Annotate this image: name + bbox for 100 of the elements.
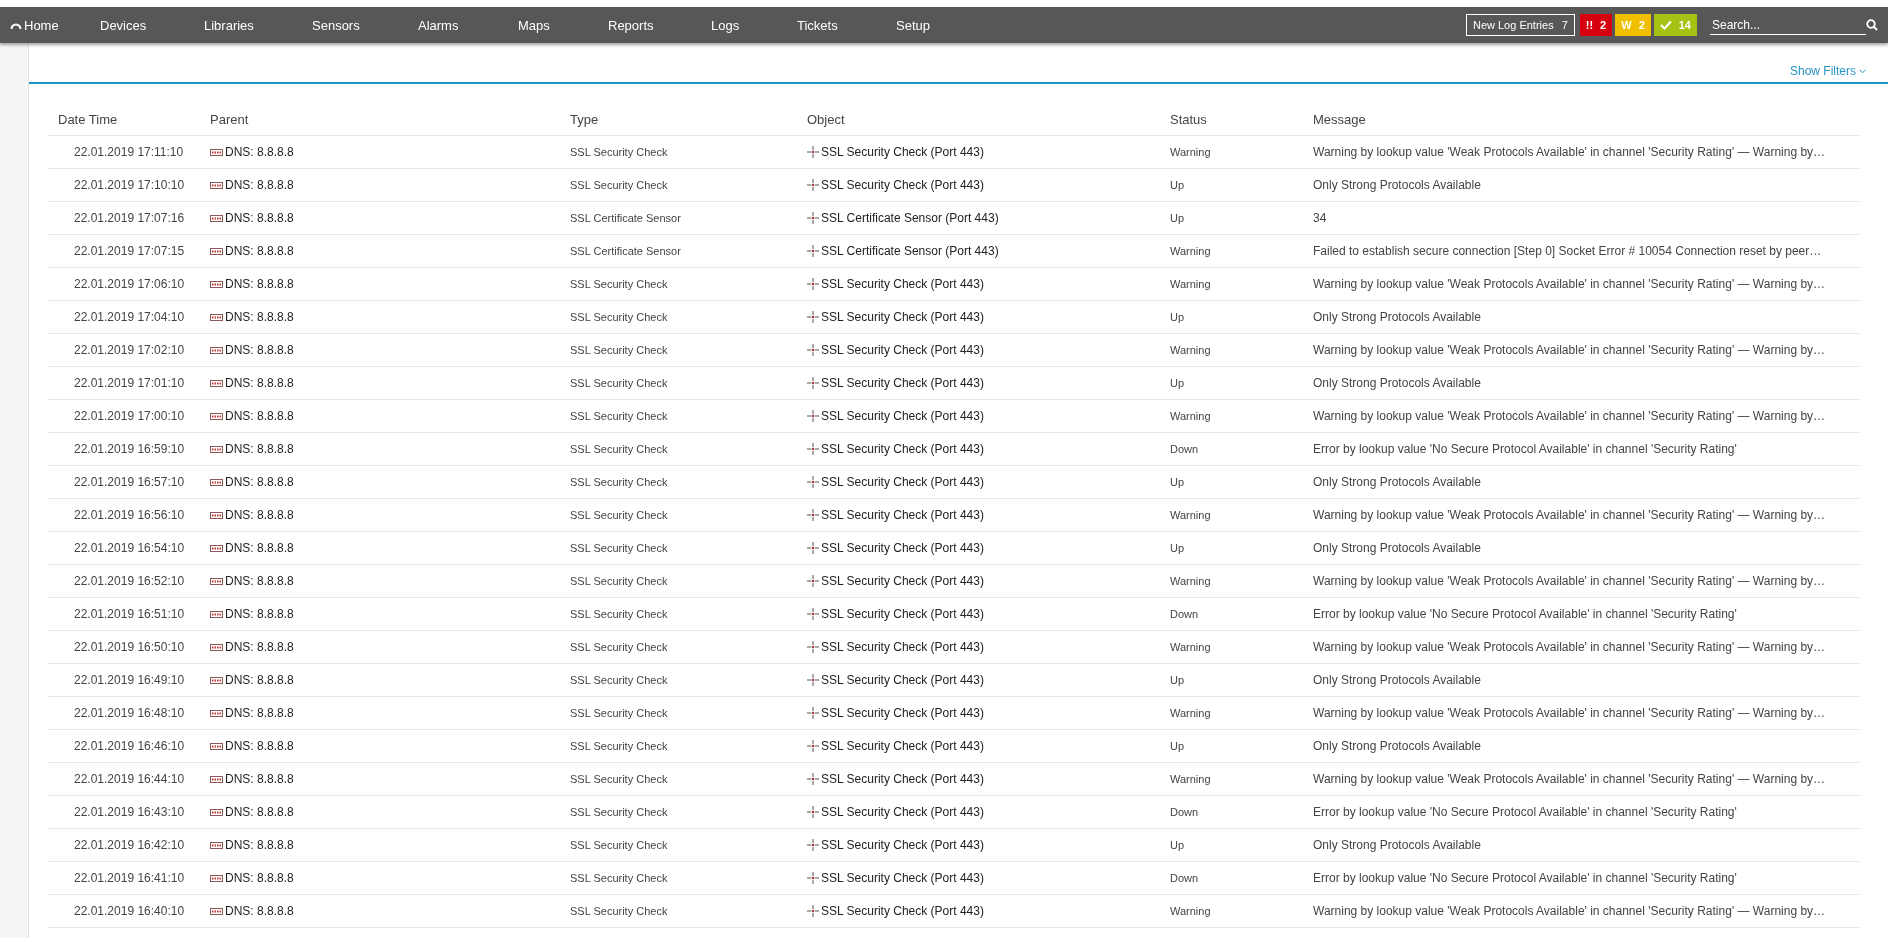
object-link[interactable]: SSL Security Check (Port 443) <box>797 343 1160 357</box>
table-cell-text: 22.01.2019 16:43:10 <box>73 805 186 819</box>
parent-link[interactable]: DNS: 8.8.8.8 <box>200 607 560 621</box>
nav-link[interactable]: Reports <box>608 17 711 33</box>
table-cell-text: 22.01.2019 17:10:10 <box>73 178 186 192</box>
object-link[interactable]: SSL Security Check (Port 443) <box>797 607 1160 621</box>
parent-link[interactable]: DNS: 8.8.8.8 <box>200 211 560 225</box>
parent-link[interactable]: DNS: 8.8.8.8 <box>200 871 560 885</box>
object-link[interactable]: SSL Security Check (Port 443) <box>797 178 1160 192</box>
object-link[interactable]: SSL Security Check (Port 443) <box>797 772 1160 786</box>
nav-link[interactable]: Setup <box>896 17 956 33</box>
object-link[interactable]: SSL Security Check (Port 443) <box>797 871 1160 885</box>
object-link[interactable]: SSL Certificate Sensor (Port 443) <box>797 211 1160 225</box>
parent-link[interactable]: DNS: 8.8.8.8 <box>200 772 560 786</box>
crosshair-icon <box>807 707 819 719</box>
nav-link[interactable]: Logs <box>711 17 797 33</box>
table-cell-text: Warning by lookup value 'Weak Protocols Available' in channel 'Security Rating' — Warning by… <box>1312 574 1827 588</box>
column-header[interactable]: Object <box>797 111 1160 127</box>
crosshair-icon <box>807 476 819 488</box>
parent-link[interactable]: DNS: 8.8.8.8 <box>200 838 560 852</box>
table-cell-text: 22.01.2019 16:50:10 <box>73 640 186 654</box>
parent-link[interactable]: DNS: 8.8.8.8 <box>200 706 560 720</box>
nav-link[interactable]: Sensors <box>312 17 418 33</box>
table-cell-text: Failed to establish secure connection [Step 0] Socket Error # 10054 Connection reset by peer… <box>1312 244 1823 258</box>
device-icon <box>210 775 223 783</box>
table-cell-text: Warning by lookup value 'Weak Protocols Available' in channel 'Security Rating' — Warning by… <box>1312 706 1827 720</box>
table-cell-text: Only Strong Protocols Available <box>1312 310 1482 324</box>
nav-link[interactable]: Alarms <box>418 17 518 33</box>
parent-link[interactable]: DNS: 8.8.8.8 <box>200 541 560 555</box>
object-link[interactable]: SSL Security Check (Port 443) <box>797 904 1160 918</box>
table-cell-text: Down <box>1169 872 1200 884</box>
object-link[interactable]: SSL Security Check (Port 443) <box>797 310 1160 324</box>
object-link[interactable]: SSL Security Check (Port 443) <box>797 409 1160 423</box>
table-cell-text: Up <box>1169 674 1186 686</box>
table-cell-text: 22.01.2019 16:46:10 <box>73 739 186 753</box>
nav-link[interactable]: Home <box>10 17 100 33</box>
table-cell-text: SSL Security Check <box>569 905 669 917</box>
column-header[interactable]: Type <box>560 111 797 127</box>
nav-link[interactable]: Devices <box>100 17 204 33</box>
parent-link[interactable]: DNS: 8.8.8.8 <box>200 904 560 918</box>
object-link[interactable]: SSL Security Check (Port 443) <box>797 706 1160 720</box>
object-link[interactable]: SSL Security Check (Port 443) <box>797 508 1160 522</box>
crosshair-icon <box>807 179 819 191</box>
crosshair-icon <box>807 608 819 620</box>
search-field[interactable]: Search... <box>1710 15 1866 35</box>
table-cell-text: 22.01.2019 17:07:16 <box>73 211 186 225</box>
device-icon <box>210 610 223 618</box>
alarm-count-badge[interactable]: !! 2 <box>1579 14 1613 36</box>
parent-link[interactable]: DNS: 8.8.8.8 <box>200 640 560 654</box>
parent-link[interactable]: DNS: 8.8.8.8 <box>200 145 560 159</box>
parent-link[interactable]: DNS: 8.8.8.8 <box>200 739 560 753</box>
object-link[interactable]: SSL Certificate Sensor (Port 443) <box>797 244 1160 258</box>
table-cell-text: Warning <box>1169 344 1212 356</box>
device-icon <box>210 148 223 156</box>
parent-link[interactable]: DNS: 8.8.8.8 <box>200 673 560 687</box>
object-link[interactable]: SSL Security Check (Port 443) <box>797 442 1160 456</box>
object-link[interactable]: SSL Security Check (Port 443) <box>797 376 1160 390</box>
device-icon <box>210 808 223 816</box>
object-link[interactable]: SSL Security Check (Port 443) <box>797 475 1160 489</box>
nav-link[interactable]: Libraries <box>204 17 312 33</box>
table-cell-text: Error by lookup value 'No Secure Protocol Available' in channel 'Security Rating' <box>1312 607 1738 621</box>
table-cell-text: Up <box>1169 542 1186 554</box>
show-filters-link[interactable]: Show Filters <box>1789 64 1866 78</box>
object-link[interactable]: SSL Security Check (Port 443) <box>797 541 1160 555</box>
parent-link[interactable]: DNS: 8.8.8.8 <box>200 442 560 456</box>
column-header[interactable]: Status <box>1160 111 1303 127</box>
object-link[interactable]: SSL Security Check (Port 443) <box>797 640 1160 654</box>
object-link[interactable]: SSL Security Check (Port 443) <box>797 838 1160 852</box>
device-icon <box>210 412 223 420</box>
parent-link[interactable]: DNS: 8.8.8.8 <box>200 508 560 522</box>
parent-link[interactable]: DNS: 8.8.8.8 <box>200 343 560 357</box>
column-header[interactable]: Parent <box>200 111 560 127</box>
parent-link[interactable]: DNS: 8.8.8.8 <box>200 244 560 258</box>
parent-link[interactable]: DNS: 8.8.8.8 <box>200 805 560 819</box>
table-cell-text: SSL Security Check <box>569 674 669 686</box>
crosshair-icon <box>807 806 819 818</box>
table-cell-text: Warning by lookup value 'Weak Protocols Available' in channel 'Security Rating' — Warning by… <box>1312 145 1827 159</box>
parent-link[interactable]: DNS: 8.8.8.8 <box>200 178 560 192</box>
parent-link[interactable]: DNS: 8.8.8.8 <box>200 310 560 324</box>
table-cell-text: SSL Security Check <box>569 443 669 455</box>
nav-link[interactable]: Maps <box>518 17 608 33</box>
new-log-entries-button[interactable]: New Log Entries 7 <box>1465 14 1575 36</box>
parent-link[interactable]: DNS: 8.8.8.8 <box>200 376 560 390</box>
table-cell-text: SSL Security Check <box>569 377 669 389</box>
object-link[interactable]: SSL Security Check (Port 443) <box>797 145 1160 159</box>
object-link[interactable]: SSL Security Check (Port 443) <box>797 739 1160 753</box>
column-header[interactable]: Message <box>1303 111 1860 127</box>
column-header[interactable]: Date Time <box>48 111 200 127</box>
parent-link[interactable]: DNS: 8.8.8.8 <box>200 277 560 291</box>
parent-link[interactable]: DNS: 8.8.8.8 <box>200 574 560 588</box>
object-link[interactable]: SSL Security Check (Port 443) <box>797 673 1160 687</box>
table-cell-text: Up <box>1169 476 1186 488</box>
table-cell-text: 22.01.2019 17:07:15 <box>73 244 186 258</box>
parent-link[interactable]: DNS: 8.8.8.8 <box>200 409 560 423</box>
table-cell-text: 22.01.2019 17:11:10 <box>73 145 185 159</box>
parent-link[interactable]: DNS: 8.8.8.8 <box>200 475 560 489</box>
object-link[interactable]: SSL Security Check (Port 443) <box>797 277 1160 291</box>
object-link[interactable]: SSL Security Check (Port 443) <box>797 805 1160 819</box>
object-link[interactable]: SSL Security Check (Port 443) <box>797 574 1160 588</box>
nav-link[interactable]: Tickets <box>797 17 896 33</box>
